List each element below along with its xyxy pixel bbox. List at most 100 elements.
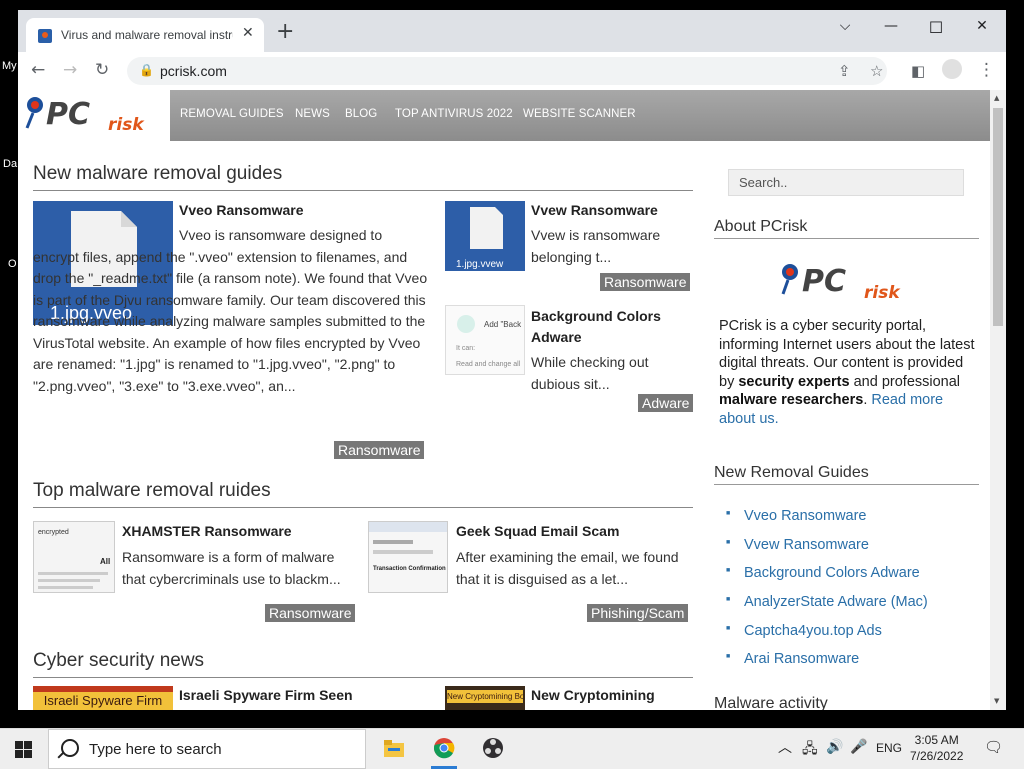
address-bar[interactable]: 🔒 pcrisk.com ⇪ ☆	[127, 57, 887, 85]
web-page: PC risk REMOVAL GUIDES NEWS BLOG TOP ANT…	[18, 90, 990, 710]
page-scrollbar[interactable]: ▲ ▼	[990, 90, 1006, 710]
scroll-down-arrow-icon[interactable]: ▼	[994, 697, 999, 705]
taskbar-clock[interactable]: 3:05 AM 7/26/2022	[910, 732, 963, 764]
nav-news[interactable]: NEWS	[295, 108, 330, 120]
xhamster-thumbnail[interactable]: encrypted All	[33, 521, 115, 593]
article-title-vveo[interactable]: Vveo Ransomware	[179, 202, 304, 218]
category-badge[interactable]: Adware	[638, 394, 694, 412]
article-title-xhamster[interactable]: XHAMSTER Ransomware	[122, 523, 292, 539]
search-placeholder: Search..	[739, 175, 788, 190]
close-window-icon[interactable]: ✕	[972, 18, 992, 34]
network-icon[interactable]: 🖧	[802, 738, 818, 762]
taskbar-search-box[interactable]: Type here to search	[48, 729, 366, 769]
desktop-icon-label[interactable]: My	[2, 60, 17, 72]
section-heading-top-guides: Top malware removal ruides	[33, 480, 693, 508]
browser-toolbar: ← → ↻ 🔒 pcrisk.com ⇪ ☆ ◧ ⋮	[18, 52, 1006, 91]
nav-top-antivirus[interactable]: TOP ANTIVIRUS 2022	[395, 108, 513, 120]
taskbar-search-placeholder: Type here to search	[89, 741, 222, 758]
sidebar-guide-link[interactable]: AnalyzerState Adware (Mac)	[726, 594, 928, 610]
bgcolors-thumb-label-2: It can:	[456, 345, 475, 352]
article-text-xhamster: Ransomware is a form of malware that cyb…	[122, 549, 341, 587]
about-bold-2: malware researchers	[719, 392, 864, 408]
article-title-vvew[interactable]: Vvew Ransomware	[531, 202, 658, 218]
clock-date: 7/26/2022	[910, 749, 964, 763]
cryptomining-thumb-label: New Cryptomining Bo	[447, 690, 523, 703]
microphone-icon[interactable]: 🎤	[850, 738, 867, 755]
sidebar-guide-link[interactable]: Arai Ransomware	[726, 651, 859, 667]
geeksquad-thumbnail[interactable]: Transaction Confirmation	[368, 521, 448, 593]
article-text-vvew: Vvew is ransomware belonging t...	[531, 227, 661, 265]
forward-arrow-icon[interactable]: →	[63, 60, 77, 80]
back-arrow-icon[interactable]: ←	[31, 60, 45, 80]
sidebar-guide-link[interactable]: Vvew Ransomware	[726, 537, 869, 553]
article-title-cryptomining[interactable]: New Cryptomining	[531, 687, 655, 703]
xhamster-thumb-label-2: All	[100, 557, 110, 566]
israeli-news-thumbnail[interactable]: Israeli Spyware Firm	[33, 686, 173, 710]
site-logo[interactable]: PC risk	[18, 90, 170, 141]
article-text-geeksquad: After examining the email, we found that…	[456, 549, 679, 587]
sidebar-guide-link[interactable]: Vveo Ransomware	[726, 508, 866, 524]
xhamster-thumb-label-1: encrypted	[38, 529, 69, 536]
reload-icon[interactable]: ↻	[95, 60, 109, 80]
kebab-menu-icon[interactable]: ⋮	[978, 60, 995, 80]
minimize-icon[interactable]: —	[881, 18, 901, 34]
vvew-thumbnail[interactable]: 1.jpg.vvew	[445, 201, 525, 271]
logo-sub-text: risk	[108, 115, 145, 135]
ransom-note-screenshot-icon: encrypted All	[38, 529, 110, 589]
file-explorer-icon[interactable]	[384, 739, 404, 757]
scroll-up-arrow-icon[interactable]: ▲	[994, 94, 999, 102]
bgcolors-thumb-label-1: Add "Back	[484, 320, 522, 329]
lock-icon[interactable]: 🔒	[139, 63, 154, 77]
category-badge[interactable]: Ransomware	[265, 604, 356, 622]
article-text-vveo: Vveo is ransomware designed to encrypt f…	[33, 227, 428, 394]
about-bold-1: security experts	[738, 373, 850, 390]
category-badge[interactable]: Ransomware	[334, 441, 425, 459]
close-tab-icon[interactable]: ✕	[242, 25, 254, 41]
article-title-israeli[interactable]: Israeli Spyware Firm Seen	[179, 687, 353, 703]
desktop-icon-label[interactable]: Da	[3, 158, 17, 170]
volume-icon[interactable]: 🔊	[826, 738, 843, 755]
url-text[interactable]: pcrisk.com	[160, 63, 227, 79]
section-heading-new-guides: New malware removal guides	[33, 163, 693, 191]
show-hidden-icons-chevron-icon[interactable]: ︿	[778, 737, 792, 757]
nav-removal-guides[interactable]: REMOVAL GUIDES	[180, 108, 284, 120]
bgcolors-thumbnail[interactable]: Add "Back It can: Read and change all	[445, 305, 525, 375]
windows-start-icon[interactable]	[15, 741, 32, 758]
browser-tab[interactable]: Virus and malware removal instructions ✕	[26, 18, 264, 52]
geeksquad-thumb-label: Transaction Confirmation	[373, 566, 446, 572]
search-input[interactable]: Search..	[728, 169, 964, 196]
category-badge[interactable]: Ransomware	[600, 273, 691, 291]
profile-avatar-icon[interactable]	[942, 59, 962, 79]
chrome-icon[interactable]	[433, 737, 455, 759]
new-removal-guides-heading: New Removal Guides	[714, 464, 979, 485]
tab-search-chevron-icon[interactable]: ⌵	[835, 18, 855, 34]
sidebar-guide-link[interactable]: Captcha4you.top Ads	[726, 623, 882, 639]
sidebar-guide-link[interactable]: Background Colors Adware	[726, 565, 920, 581]
nav-blog[interactable]: BLOG	[345, 108, 377, 120]
notifications-icon[interactable]: 🗨	[984, 738, 1003, 756]
article-title-geeksquad[interactable]: Geek Squad Email Scam	[456, 523, 619, 539]
cryptomining-news-thumbnail[interactable]: New Cryptomining Bo	[445, 686, 525, 710]
tab-title: Virus and malware removal instructions	[61, 28, 233, 42]
taskbar: Type here to search ︿ 🖧 🔊 🎤 ENG 3:05 AM …	[0, 728, 1024, 769]
logo-text: PC	[46, 97, 90, 132]
bookmark-star-icon[interactable]: ☆	[870, 62, 883, 80]
pcrisk-favicon-icon	[38, 29, 52, 43]
language-indicator[interactable]: ENG	[876, 741, 902, 755]
nav-website-scanner[interactable]: WEBSITE SCANNER	[523, 108, 636, 120]
category-badge[interactable]: Phishing/Scam	[587, 604, 689, 622]
side-panel-icon[interactable]: ◧	[911, 62, 925, 80]
share-icon[interactable]: ⇪	[838, 62, 851, 80]
about-text: PCrisk is a cyber security portal, infor…	[719, 317, 981, 428]
sidebar-logo-sub: risk	[864, 283, 901, 303]
maximize-icon[interactable]: ☐	[926, 18, 946, 37]
about-text-2: and professional	[849, 373, 961, 390]
obs-studio-icon[interactable]	[482, 737, 504, 759]
article-text-bgcolors: While checking out dubious sit...	[531, 354, 649, 392]
sidebar-logo-text: PC	[802, 264, 846, 299]
scrollbar-thumb[interactable]	[993, 108, 1003, 326]
section-heading-news: Cyber security news	[33, 650, 693, 678]
new-tab-icon[interactable]: +	[276, 21, 294, 43]
article-title-bgcolors[interactable]: Background Colors Adware	[531, 306, 691, 347]
desktop-icon-label[interactable]: O	[8, 258, 17, 270]
